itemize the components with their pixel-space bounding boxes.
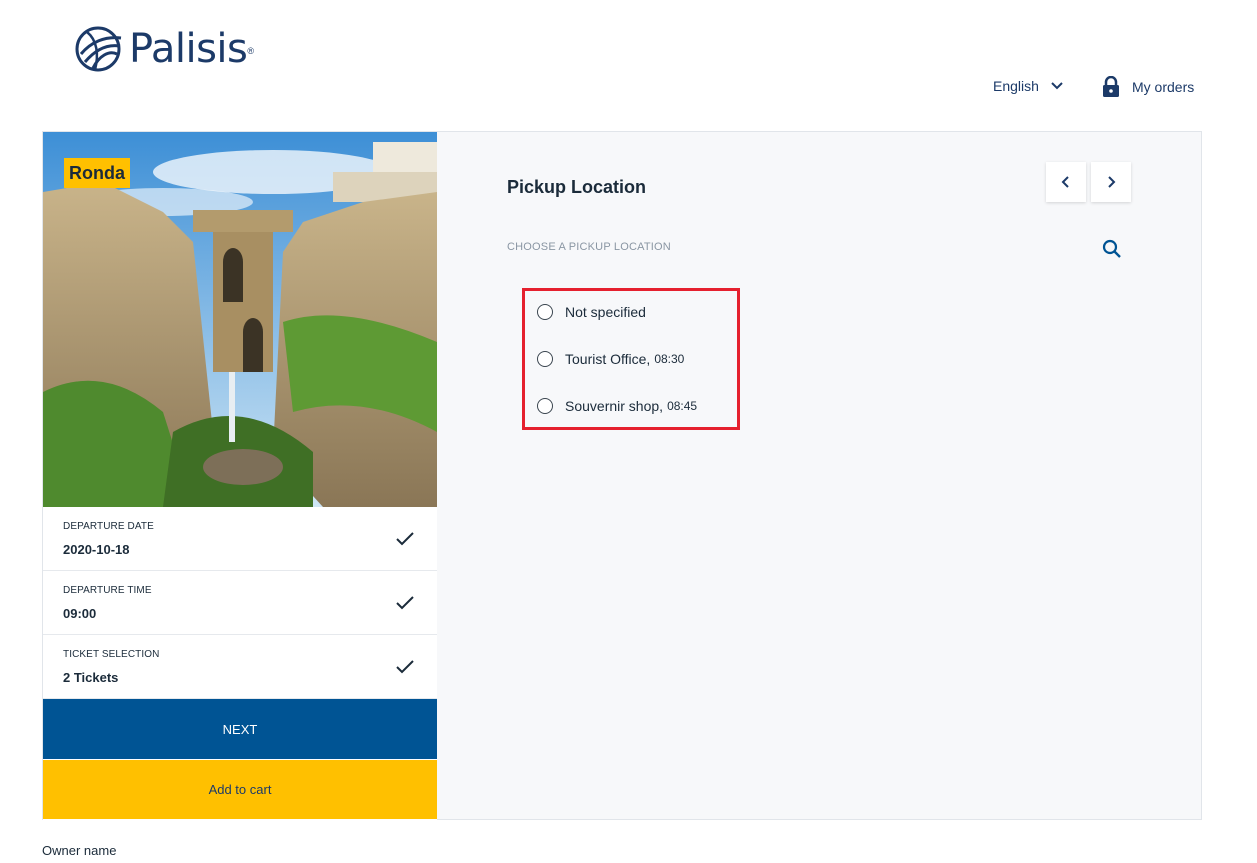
chevron-down-icon — [1051, 82, 1063, 90]
owner-name-label: Owner name — [42, 843, 117, 858]
step-value: 09:00 — [63, 606, 97, 621]
add-to-cart-button[interactable]: Add to cart — [43, 760, 437, 819]
search-icon — [1102, 239, 1121, 258]
brand-name: Palisis — [129, 26, 248, 72]
chevron-right-icon — [1108, 176, 1116, 188]
checkmark-icon — [396, 596, 414, 610]
radio-button[interactable] — [537, 304, 553, 320]
language-label: English — [993, 78, 1039, 94]
step-label: TICKET SELECTION — [63, 649, 160, 660]
panel-title: Pickup Location — [507, 177, 647, 197]
tour-name-badge: Ronda — [64, 158, 130, 188]
checkmark-icon — [396, 660, 414, 674]
brand-logo[interactable]: Palisis ® — [73, 24, 254, 74]
radio-button[interactable] — [537, 398, 553, 414]
radio-button[interactable] — [537, 351, 553, 367]
next-button[interactable]: NEXT — [43, 699, 437, 759]
step-ticket-selection[interactable]: TICKET SELECTION 2 Tickets — [43, 635, 437, 699]
option-name: Tourist Office, — [565, 351, 651, 367]
forward-button[interactable] — [1091, 162, 1131, 202]
pickup-option[interactable]: Souvernir shop, 08:45 — [537, 398, 697, 414]
step-value: 2020-10-18 — [63, 542, 130, 557]
chevron-left-icon — [1061, 176, 1069, 188]
page: Palisis ® English My orders Ronda DEPART… — [0, 0, 1257, 863]
option-name: Souvernir shop, — [565, 398, 664, 414]
tour-image: Ronda — [43, 132, 437, 507]
step-departure-time[interactable]: DEPARTURE TIME 09:00 — [43, 571, 437, 635]
pickup-options: Not specified Tourist Office, 08:30 Souv… — [522, 288, 740, 430]
booking-summary: Ronda DEPARTURE DATE 2020-10-18 DEPARTUR… — [43, 132, 437, 820]
language-selector[interactable]: English — [993, 78, 1063, 94]
step-label: DEPARTURE DATE — [63, 521, 154, 532]
registered-mark: ® — [247, 46, 254, 56]
previous-button[interactable] — [1046, 162, 1086, 202]
step-label: DEPARTURE TIME — [63, 585, 152, 596]
pickup-option[interactable]: Tourist Office, 08:30 — [537, 351, 684, 367]
booking-card: Ronda DEPARTURE DATE 2020-10-18 DEPARTUR… — [42, 131, 1202, 820]
option-name: Not specified — [565, 304, 646, 320]
pickup-subheading: CHOOSE A PICKUP LOCATION — [507, 241, 671, 253]
step-departure-date[interactable]: DEPARTURE DATE 2020-10-18 — [43, 507, 437, 571]
step-value: 2 Tickets — [63, 670, 119, 685]
lock-icon — [1103, 76, 1119, 97]
globe-icon — [75, 26, 122, 72]
checkmark-icon — [396, 532, 414, 546]
my-orders-link[interactable]: My orders — [1102, 76, 1194, 98]
option-time: 08:45 — [667, 399, 698, 413]
search-button[interactable] — [1102, 239, 1122, 264]
pickup-option[interactable]: Not specified — [537, 304, 646, 320]
my-orders-label: My orders — [1132, 79, 1195, 95]
option-time: 08:30 — [654, 352, 685, 366]
